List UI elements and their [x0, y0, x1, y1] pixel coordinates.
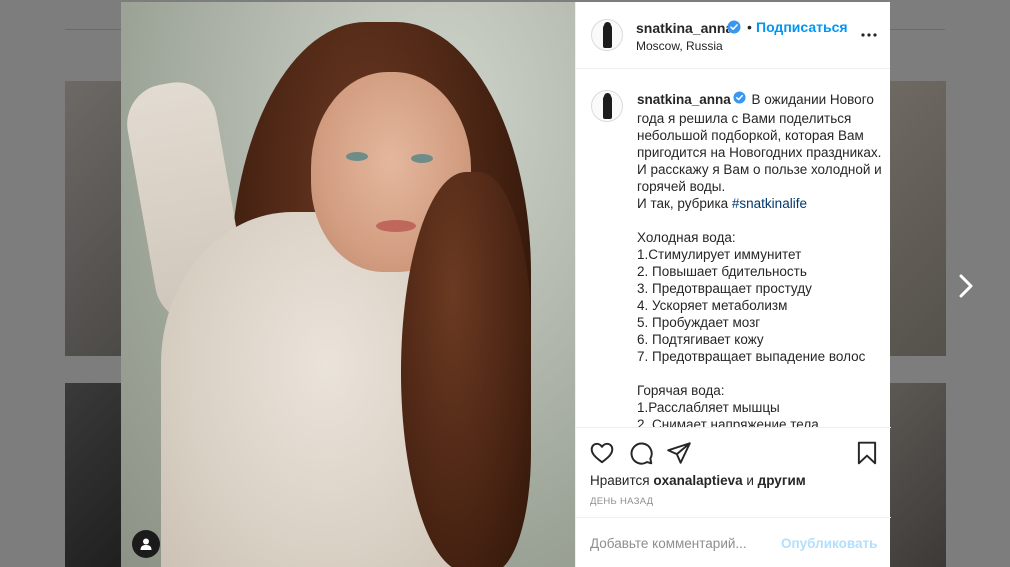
caption-username-link[interactable]: snatkina_anna: [637, 92, 731, 107]
background-thumbnail: [65, 81, 121, 356]
more-options-icon: [861, 33, 877, 37]
share-button[interactable]: [666, 440, 692, 466]
comment-form: Добавьте комментарий... Опубликовать: [576, 517, 891, 567]
publish-button[interactable]: Опубликовать: [781, 536, 877, 551]
caption-body-rest: Холодная вода: 1.Стимулирует иммунитет 2…: [637, 230, 866, 427]
post-details-panel: snatkina_anna • Подписаться Moscow, Russ…: [575, 2, 891, 567]
next-post-button[interactable]: [953, 272, 979, 300]
separator-dot: •: [747, 19, 752, 35]
heart-icon: [590, 442, 614, 464]
background-thumbnail: [65, 383, 121, 567]
location-link[interactable]: Moscow, Russia: [636, 39, 723, 53]
username-link[interactable]: snatkina_anna: [636, 20, 733, 36]
post-timestamp[interactable]: ДЕНЬ НАЗАД: [590, 496, 653, 507]
caption-body: В ожидании Нового года я решила с Вами п…: [637, 92, 882, 211]
avatar[interactable]: [591, 90, 623, 122]
share-icon: [667, 442, 691, 464]
comment-button[interactable]: [628, 440, 654, 466]
likes-summary: Нравится oxanalaptieva и другим: [590, 473, 806, 488]
background-thumbnail: [890, 383, 946, 567]
post-header: snatkina_anna • Подписаться Moscow, Russ…: [576, 2, 890, 69]
avatar[interactable]: [591, 19, 623, 51]
post-photo[interactable]: [121, 2, 575, 567]
tagged-users-button[interactable]: [132, 530, 160, 558]
comment-icon: [630, 442, 653, 465]
comment-input[interactable]: Добавьте комментарий...: [590, 536, 747, 551]
hashtag-link[interactable]: #snatkinalife: [732, 196, 807, 211]
chevron-right-icon: [959, 274, 973, 298]
follow-button[interactable]: Подписаться: [756, 19, 848, 35]
caption-section: snatkina_anna В ожидании Нового года я р…: [576, 70, 891, 427]
caption-text: snatkina_anna В ожидании Нового года я р…: [637, 91, 882, 427]
user-tag-icon: [140, 538, 152, 550]
post-actions: Нравится oxanalaptieva и другим ДЕНЬ НАЗ…: [576, 427, 891, 517]
more-options-button[interactable]: [859, 27, 879, 43]
verified-badge-icon: [727, 20, 741, 39]
like-button[interactable]: [589, 440, 615, 466]
likers-list-link[interactable]: другим: [758, 473, 806, 488]
background-thumbnail: [890, 81, 946, 356]
verified-badge-icon: [733, 91, 746, 108]
liker-username-link[interactable]: oxanalaptieva: [653, 473, 742, 488]
save-button[interactable]: [854, 440, 880, 466]
bookmark-icon: [857, 441, 877, 465]
